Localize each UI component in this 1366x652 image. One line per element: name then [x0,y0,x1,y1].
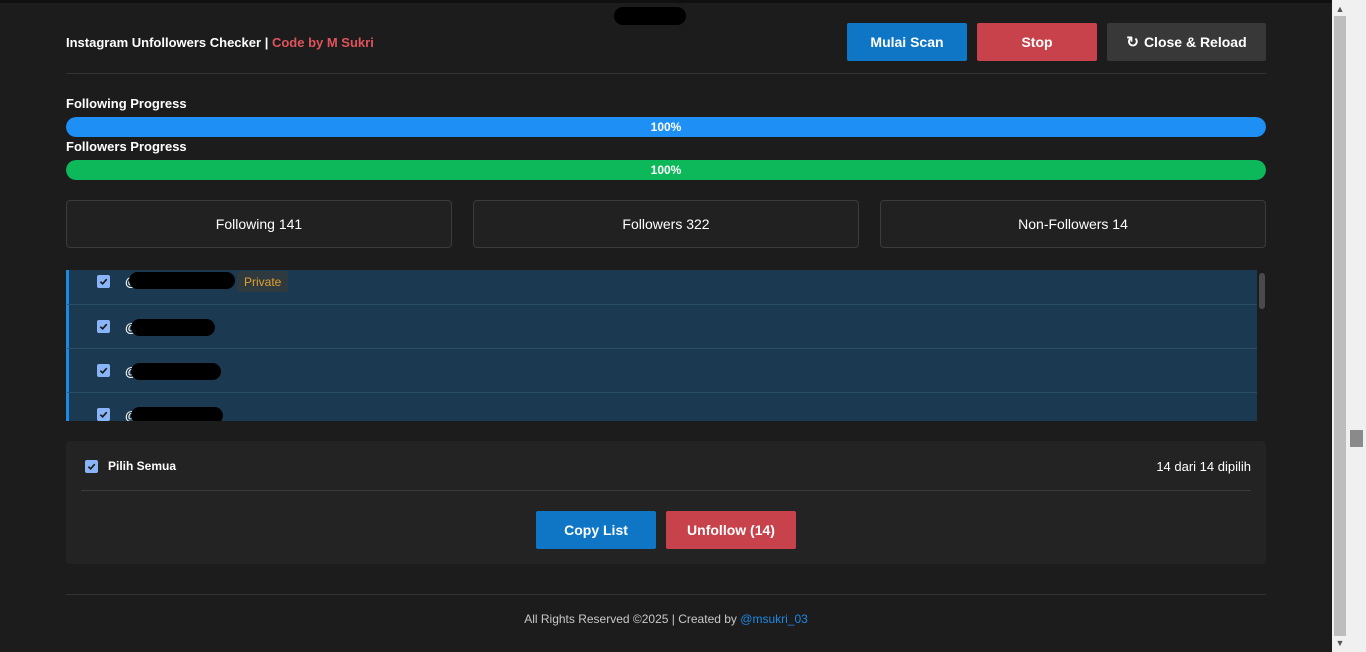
page-scroll-thumb[interactable] [1350,430,1363,447]
followers-progress-value: 100% [650,163,682,177]
followers-progress-bar: 100% [66,160,1266,180]
check-icon [99,411,108,419]
list-item[interactable]: @ [66,393,1257,421]
header-divider [66,73,1266,74]
item-checkbox[interactable] [97,364,110,377]
stat-following-value: 141 [278,216,303,232]
redacted-username [131,363,221,380]
item-checkbox[interactable] [97,320,110,333]
stat-non-followers-label: Non-Followers [1018,216,1109,232]
stat-followers-label: Followers [622,216,683,232]
stat-following[interactable]: Following 141 [66,200,452,248]
title-separator: | [264,34,269,50]
select-all-checkbox[interactable] [85,459,98,473]
redacted-username [129,272,235,289]
scroll-down-icon[interactable]: ▼ [1334,636,1346,650]
author-link[interactable]: @msukri_03 [740,612,808,626]
close-reload-button[interactable]: ↻ Close & Reload [1107,23,1266,61]
unfollowers-checker-panel: Instagram Unfollowers Checker | Code by … [0,3,1332,652]
stat-followers-value: 322 [686,216,710,232]
list-item[interactable]: @ [66,305,1257,349]
close-reload-label: Close & Reload [1143,34,1247,50]
start-scan-button[interactable]: Mulai Scan [847,23,967,61]
following-progress-value: 100% [650,120,682,134]
check-icon [99,278,108,286]
footer-divider [66,594,1266,595]
check-icon [87,463,96,470]
item-checkbox[interactable] [97,275,110,288]
select-all[interactable]: Pilih Semua [85,459,176,473]
select-all-label: Pilih Semua [108,459,177,473]
header-buttons: Mulai Scan Stop ↻ Close & Reload [847,23,1266,61]
footer: All Rights Reserved ©2025 | Created by @… [0,612,1332,626]
action-panel: Pilih Semua 14 dari 14 dipilih Copy List… [66,441,1266,564]
page-scroll-rail[interactable] [1334,16,1346,636]
app-title-text: Instagram Unfollowers Checker [66,34,262,50]
stat-non-followers[interactable]: Non-Followers 14 [880,200,1266,248]
stat-following-label: Following [215,216,275,232]
stat-non-followers-value: 14 [1112,216,1128,232]
redacted-username [131,319,215,336]
reload-icon: ↻ [1126,34,1139,51]
list-item[interactable]: @ Private [66,270,1257,305]
copy-list-button[interactable]: Copy List [536,511,656,549]
following-progress-bar: 100% [66,117,1266,137]
app-title: Instagram Unfollowers Checker | Code by … [66,35,374,50]
credit-text: Code by M Sukri [271,34,374,50]
list-item[interactable]: @ [66,349,1257,393]
redacted-username [131,407,223,421]
action-buttons: Copy List Unfollow (14) [536,511,796,549]
following-progress-label: Following Progress [66,96,187,111]
list-scroll-thumb[interactable] [1259,273,1265,309]
footer-text: All Rights Reserved ©2025 | Created by [524,612,737,626]
header: Instagram Unfollowers Checker | Code by … [66,23,1266,61]
selected-count: 14 dari 14 dipilih [1156,459,1251,474]
check-icon [99,323,108,331]
private-badge: Private [237,271,289,292]
followers-progress-label: Followers Progress [66,139,187,154]
stat-followers[interactable]: Followers 322 [473,200,859,248]
non-followers-list[interactable]: @ Private @ @ [66,270,1266,421]
scroll-up-icon[interactable]: ▲ [1334,2,1346,16]
unfollow-button[interactable]: Unfollow (14) [666,511,796,549]
check-icon [99,367,108,375]
item-checkbox[interactable] [97,408,110,421]
stats-row: Following 141 Followers 322 Non-Follower… [66,200,1266,248]
stop-button[interactable]: Stop [977,23,1097,61]
action-divider [81,490,1251,491]
screen: Instagram Unfollowers Checker | Code by … [0,0,1366,652]
